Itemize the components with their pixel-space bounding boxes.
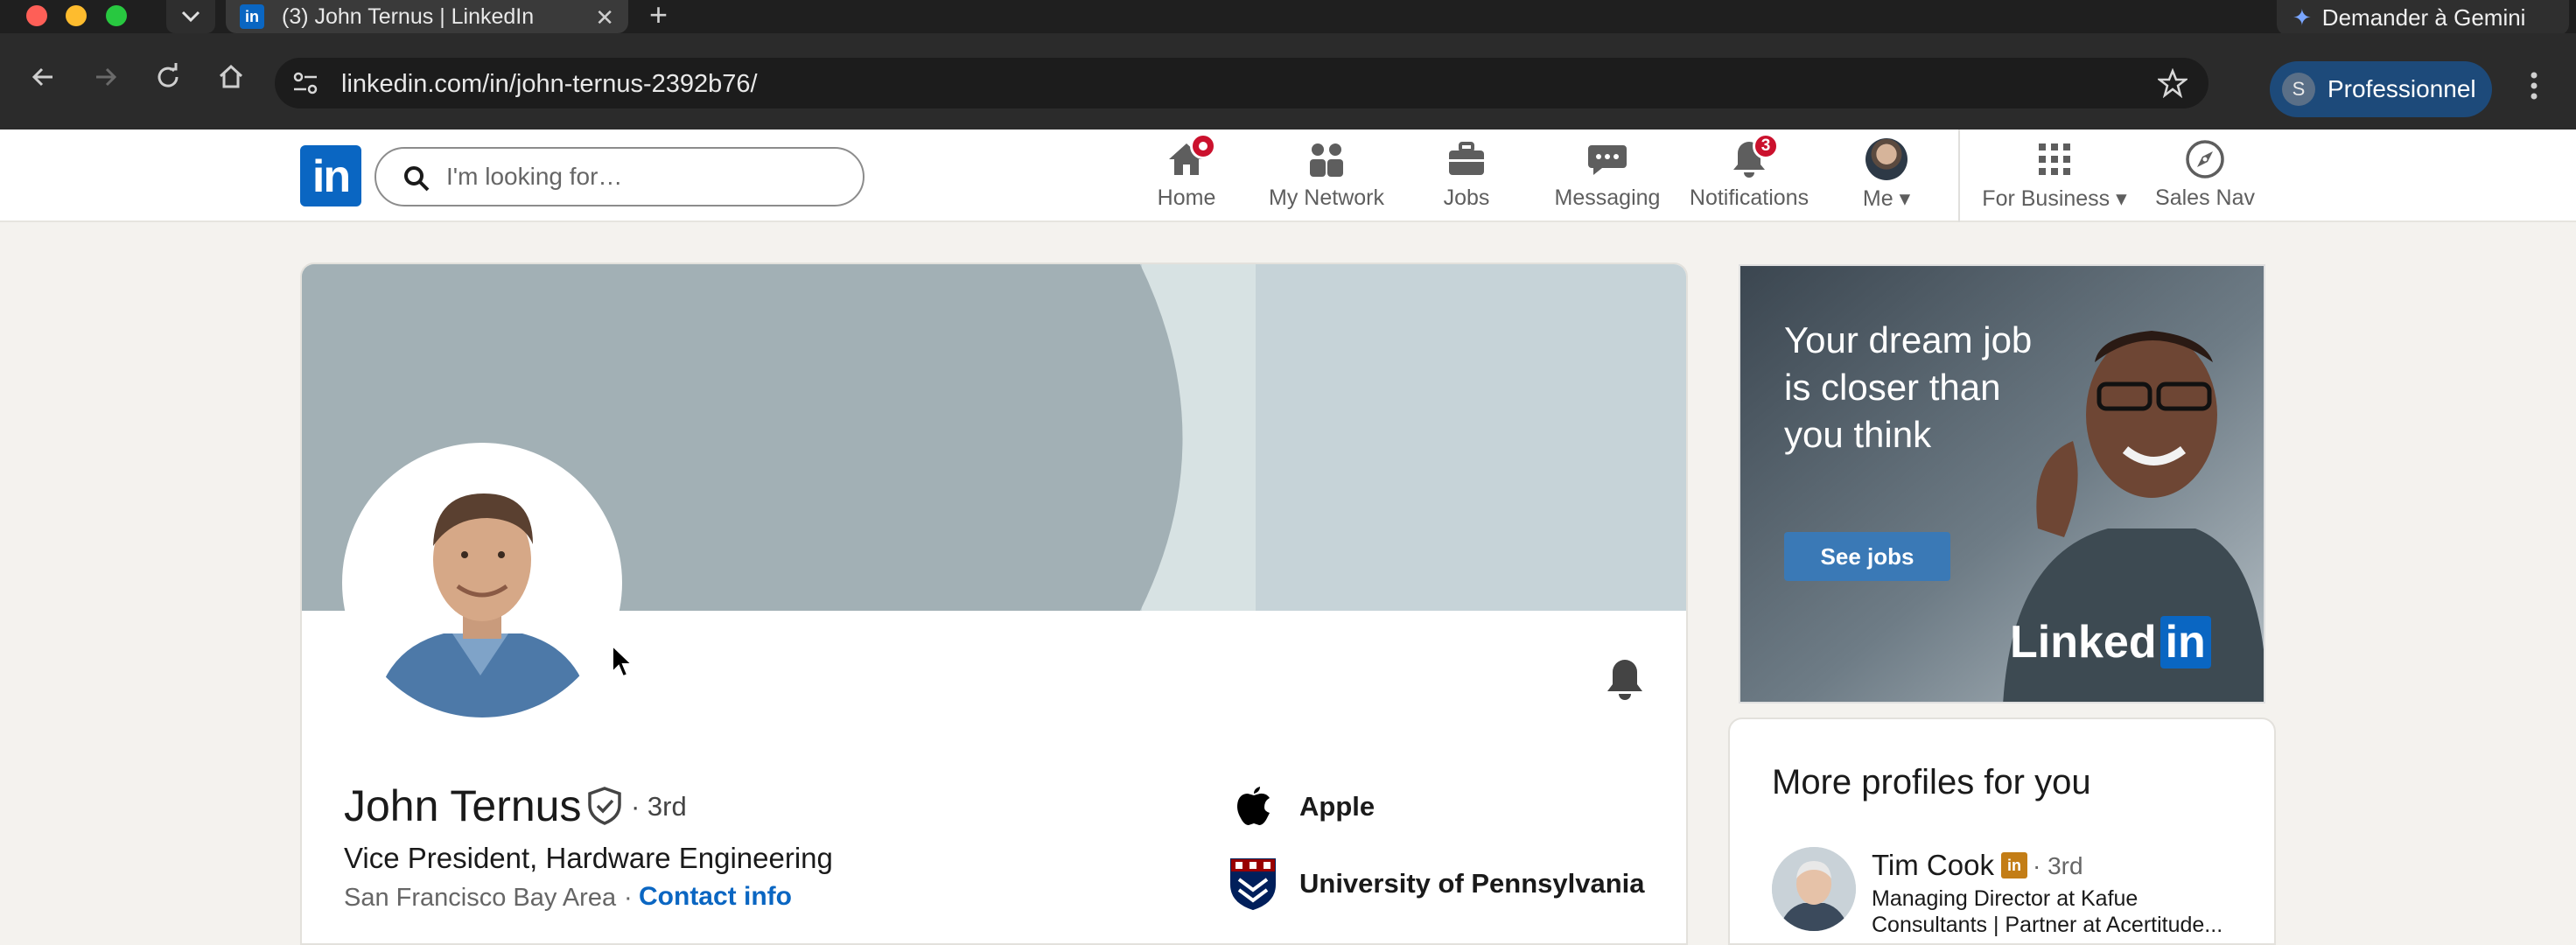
nav-for-business[interactable]: For Business ▾ [1978,138,2132,217]
browser-tab-bar: in (3) John Ternus | LinkedIn ✕ + ✦ Dema… [0,0,2576,35]
more-profiles-card: More profiles for you Tim Cook in · 3rd … [1728,718,2276,945]
nav-messaging-label: Messaging [1554,186,1661,210]
new-tab-button[interactable]: + [649,0,668,31]
nav-jobs-label: Jobs [1443,186,1490,210]
mouse-cursor-icon [612,644,634,678]
address-bar[interactable]: linkedin.com/in/john-ternus-2392b76/ [275,58,2208,108]
nav-notifications[interactable]: 3 Notifications [1684,133,1815,217]
connection-degree: · 3rd [631,791,687,822]
site-info-icon[interactable] [290,70,320,96]
contact-info-link[interactable]: Contact info [639,882,792,912]
linkedin-logo[interactable]: in [300,145,361,206]
company-apple[interactable]: Apple [1226,780,1375,833]
profile-initial-avatar: S [2282,73,2315,106]
bell-icon: 3 [1728,133,1779,180]
gemini-label: Demander à Gemini [2321,4,2526,31]
nav-messaging[interactable]: Messaging [1550,138,1664,217]
nav-home[interactable]: Home [1152,133,1222,217]
suggested-profile-degree: · 3rd [2033,852,2083,879]
nav-business-label: For Business [1982,186,2110,211]
home-icon [1166,133,1216,180]
tab-title: (3) John Ternus | LinkedIn [282,4,535,29]
caret-down-icon: ▾ [2116,186,2127,211]
back-arrow-icon[interactable] [26,60,61,94]
nav-notifications-label: Notifications [1689,186,1810,210]
company-name: Apple [1299,791,1376,822]
wordmark-in: in [2160,616,2211,668]
location-separator: · [624,884,633,912]
browser-profile-button[interactable]: S Professionnel [2270,61,2492,117]
url-text: linkedin.com/in/john-ternus-2392b76/ [341,70,758,98]
home-icon[interactable] [214,60,248,94]
verified-shield-icon[interactable] [585,786,624,826]
reload-icon[interactable] [150,60,186,94]
home-notification-dot [1190,133,1216,159]
nav-business-label-wrap: For Business ▾ [1982,186,2126,212]
profile-photo[interactable] [342,443,622,723]
search-input[interactable] [446,159,831,194]
suggested-profile-avatar[interactable] [1772,847,1856,931]
search-icon [404,166,430,192]
nav-home-label: Home [1157,186,1216,210]
school-name: University of Pennsylvania [1299,868,1645,899]
gemini-sparkle-icon: ✦ [2292,4,2312,31]
close-window-button[interactable] [26,5,47,26]
linkedin-premium-badge-icon: in [2001,852,2027,878]
briefcase-icon [1446,138,1488,180]
chevron-down-icon [181,10,200,23]
zoom-window-button[interactable] [106,5,127,26]
me-avatar [1866,138,1908,180]
nav-my-network[interactable]: My Network [1267,138,1386,217]
nav-divider [1958,130,1960,222]
compass-icon [2184,138,2226,180]
profile-name: John Ternus [344,781,582,830]
minimize-window-button[interactable] [66,5,87,26]
browser-tab-active[interactable]: in (3) John Ternus | LinkedIn ✕ [226,0,628,33]
linkedin-favicon-icon: in [240,4,264,29]
jobs-advertisement[interactable]: Your dream job is closer than you think … [1739,264,2265,704]
ad-headline: Your dream job is closer than you think [1784,319,2033,455]
suggested-profile-name[interactable]: Tim Cook [1872,849,1994,882]
gemini-button[interactable]: ✦ Demander à Gemini [2277,0,2569,35]
profile-headline: Vice President, Hardware Engineering [344,842,833,874]
message-bubble-icon [1586,138,1628,180]
profile-label: Professionnel [2328,75,2476,102]
education-upenn[interactable]: University of Pennsylvania [1226,857,1645,911]
nav-network-label: My Network [1269,186,1384,210]
linkedin-wordmark: Linked in [2010,616,2211,668]
see-jobs-button[interactable]: See jobs [1784,532,1950,581]
search-box[interactable] [374,147,864,206]
bookmark-star-icon[interactable] [2158,68,2188,98]
browser-menu-icon[interactable] [2525,68,2543,103]
upenn-shield-icon [1226,857,1280,911]
linkedin-global-nav: in Home My Network [0,130,2576,222]
forward-arrow-icon[interactable] [88,60,122,94]
nav-sales-nav[interactable]: Sales Nav [2155,138,2255,217]
nav-me[interactable]: Me ▾ [1853,138,1920,217]
bell-icon[interactable] [1604,656,1646,702]
profile-location: San Francisco Bay Area [344,884,617,912]
close-tab-icon[interactable]: ✕ [595,4,614,32]
nav-me-label-wrap: Me ▾ [1863,186,1910,212]
nav-sales-label: Sales Nav [2155,186,2255,210]
more-profiles-title: More profiles for you [1772,763,2091,802]
tab-search-button[interactable] [166,0,215,33]
apple-logo-icon [1226,780,1280,834]
caret-down-icon: ▾ [1899,186,1911,211]
suggested-profile-headline: Managing Director at Kafue Consultants |… [1872,886,2223,937]
people-icon [1306,138,1348,180]
nav-jobs[interactable]: Jobs [1433,138,1500,217]
wordmark-linked: Linked [2010,617,2157,668]
grid-apps-icon [2034,138,2076,180]
profile-top-card: John Ternus · 3rd Vice President, Hardwa… [300,262,1688,945]
browser-toolbar: linkedin.com/in/john-ternus-2392b76/ S P… [0,33,2576,130]
nav-me-label: Me [1862,186,1894,211]
notifications-badge: 3 [1753,133,1779,159]
